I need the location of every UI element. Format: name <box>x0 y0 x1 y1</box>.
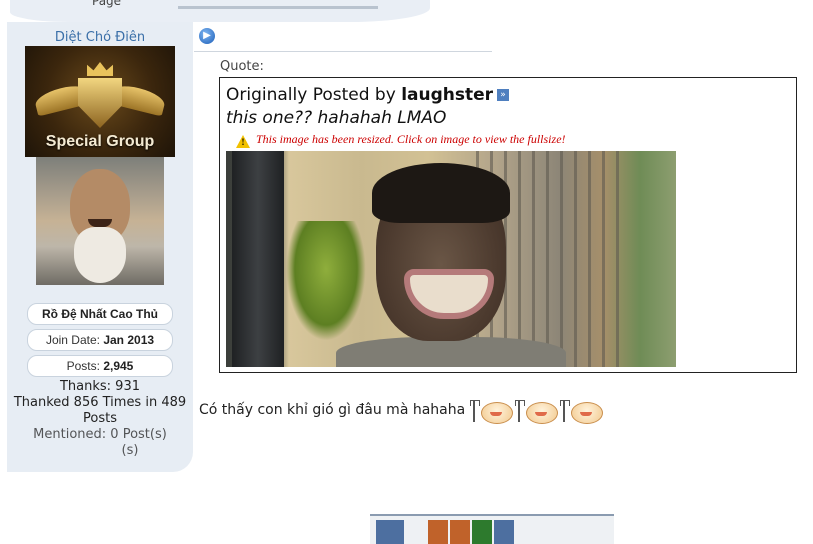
user-info-panel: Diệt Chó Điên Special Group Rồ Đệ Nhất C… <box>7 22 193 472</box>
thanks-count: Thanks: 931 <box>59 379 140 394</box>
pager-button[interactable] <box>472 520 492 544</box>
join-date-value: Jan 2013 <box>103 333 155 347</box>
header-divider <box>178 6 378 9</box>
avatar-beard <box>74 227 126 283</box>
thanked-line-2: Posts <box>83 411 117 426</box>
warning-icon: ! <box>236 135 250 148</box>
arrow-right-circle-icon[interactable]: ▶ <box>199 28 215 44</box>
mentioned-count: Mentioned: 0 Post(s) <box>33 427 167 442</box>
originally-posted-by: Originally Posted by <box>226 85 396 105</box>
posts-label: Posts: <box>66 359 100 373</box>
quote-label: Quote: <box>220 59 264 74</box>
quote-header: Originally Posted by laughster» <box>226 85 510 105</box>
pitchfork-smiley-icon <box>559 398 605 424</box>
resize-notice-text: This image has been resized. Click on im… <box>256 132 566 146</box>
user-title-badge: Rồ Đệ Nhất Cao Thủ <box>27 303 173 325</box>
pager-button[interactable] <box>376 520 404 544</box>
view-post-icon[interactable]: » <box>497 89 510 101</box>
resize-notice-bar[interactable]: ! This image has been resized. Click on i… <box>226 131 676 148</box>
photo-pole <box>232 151 284 367</box>
page-header-fragment: Page <box>10 0 430 22</box>
pagination-strip <box>370 514 614 544</box>
thanked-line-1: Thanked 856 Times in 489 <box>13 395 187 410</box>
rank-banner-image: Special Group <box>25 46 175 157</box>
pager-button[interactable] <box>494 520 514 544</box>
post-message: Có thấy con khỉ gió gì đâu mà hahaha <box>199 398 605 424</box>
photo-plant <box>286 221 366 341</box>
pager-button[interactable] <box>450 520 470 544</box>
pitchfork-smiley-icon <box>469 398 515 424</box>
tagged-fragment: (s) <box>121 443 139 458</box>
user-stats: Thanks: 931 Thanked 856 Times in 489 Pos… <box>7 379 193 459</box>
pitchfork-smiley-icon <box>514 398 560 424</box>
username-link[interactable]: Diệt Chó Điên <box>7 30 193 45</box>
rank-banner-text: Special Group <box>45 133 155 150</box>
posts-badge: Posts: 2,945 <box>27 355 173 377</box>
posts-value: 2,945 <box>103 359 134 373</box>
user-title: Rồ Đệ Nhất Cao Thủ <box>42 307 158 321</box>
join-date-label: Join Date: <box>45 333 100 347</box>
photo-shirt <box>336 337 566 367</box>
photo-hair <box>372 163 510 223</box>
page-label-fragment: Page <box>92 0 122 8</box>
post-message-text: Có thấy con khỉ gió gì đâu mà hahaha <box>199 402 466 418</box>
quote-text: this one?? hahahah LMAO <box>226 108 447 128</box>
post-divider <box>194 51 492 52</box>
quote-box: Originally Posted by laughster» this one… <box>219 77 797 373</box>
quoted-image[interactable] <box>226 151 676 367</box>
post-header: ▶ <box>195 22 495 52</box>
avatar[interactable] <box>36 157 164 285</box>
shield-icon <box>78 78 122 128</box>
join-date-badge: Join Date: Jan 2013 <box>27 329 173 351</box>
crown-icon <box>87 62 113 76</box>
quote-author: laughster <box>401 85 494 105</box>
pager-button[interactable] <box>428 520 448 544</box>
